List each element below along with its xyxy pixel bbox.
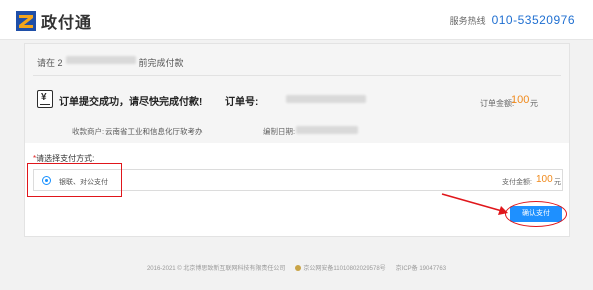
payment-method-title-text: 请选择支付方式: [36,154,95,163]
divider [33,75,561,76]
footer-police: 京公网安备11010802029578号 [295,263,386,272]
date-label: 编制日期: [263,127,296,136]
annotation-arrow-icon [441,193,508,215]
annotation-circle [505,201,567,227]
hotline-number: 010-53520976 [491,13,575,27]
order-amount-value: 100 [511,94,530,106]
pay-deadline-suffix: 前完成付款 [138,58,184,68]
payment-amount-label: 支付金额: [502,179,532,186]
payment-amount-value: 100 [536,174,553,185]
top-bar: 政付通 服务热线 010-53520976 [0,0,593,40]
footer: 2016-2021 © 北京博思致新互联网科技有限责任公司 京公网安备11010… [0,263,593,272]
order-amount-label: 订单金额: [480,99,515,108]
police-badge-icon [295,265,302,272]
redacted-order-number [286,95,366,103]
order-success-text: 订单提交成功，请尽快完成付款! [59,97,203,108]
logo[interactable]: 政付通 [16,9,92,33]
invoice-icon [37,90,53,108]
footer-icp[interactable]: 京ICP备 19047763 [396,263,446,272]
logo-text: 政付通 [41,15,93,32]
logo-icon [16,11,36,31]
payment-amount-unit: 元 [554,179,561,186]
footer-copyright: 2016-2021 © 北京博思致新互联网科技有限责任公司 [146,266,286,272]
merchant-label: 收款商户: [72,127,105,136]
order-summary-panel: 请在 2 前完成付款 订单提交成功，请尽快完成付款! 订单号: 订单金额: 10… [24,43,570,143]
redacted-date [296,126,358,134]
redacted-deadline [65,56,136,64]
hotline: 服务热线 010-53520976 [450,13,575,27]
pay-deadline: 请在 2 前完成付款 [37,56,184,69]
merchant-value: 云南省工业和信息化厅软考办 [105,127,203,136]
footer-police-text[interactable]: 京公网安备11010802029578号 [303,266,385,272]
order-number-label: 订单号: [225,97,259,108]
hotline-label: 服务热线 [449,15,486,26]
annotation-highlight-box [27,163,122,197]
pay-deadline-prefix: 请在 2 [37,58,63,68]
order-amount-unit: 元 [530,99,538,108]
